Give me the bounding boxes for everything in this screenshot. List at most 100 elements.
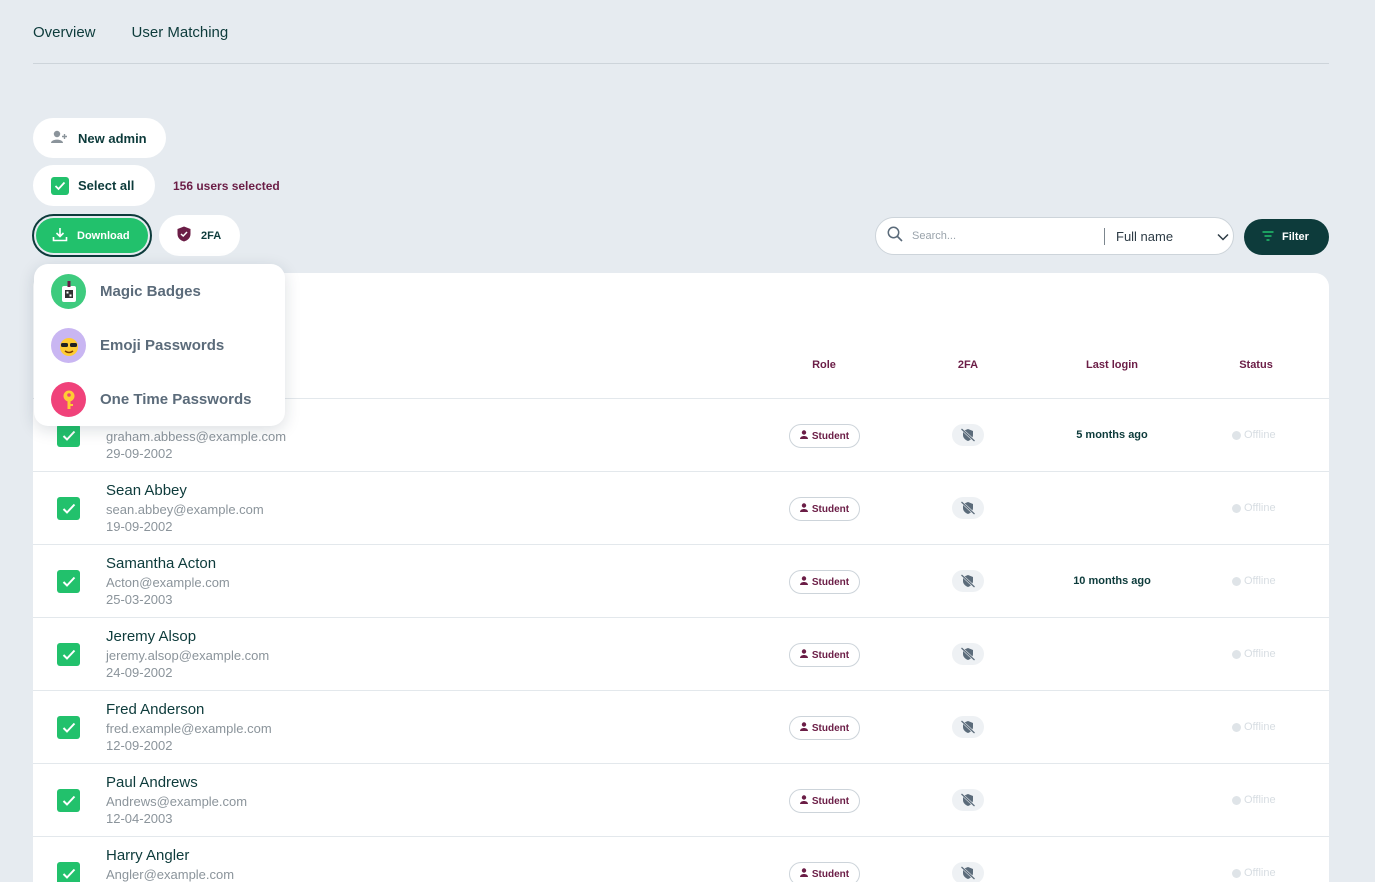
search-bar: Full name [875,217,1234,255]
download-label: Download [77,229,130,242]
user-email: Angler@example.com [106,867,235,882]
twofa-disabled-icon [952,497,984,519]
selected-count: 156 users selected [173,179,280,193]
search-divider [1104,227,1105,245]
status-indicator: Offline [1232,867,1276,879]
status-indicator: Offline [1232,575,1276,587]
menu-item-magic-badges[interactable]: Magic Badges [51,274,201,309]
user-name[interactable]: Fred Anderson [106,701,204,718]
user-icon [799,795,808,807]
status-dot [1232,649,1241,659]
status-dot [1232,430,1241,440]
role-badge: Student [789,497,860,521]
status-dot [1232,576,1241,586]
twofa-disabled-icon [952,424,984,446]
row-checkbox[interactable] [57,497,80,520]
user-email: jeremy.alsop@example.com [106,648,270,663]
user-icon [799,868,808,880]
twofa-button[interactable]: 2FA [159,215,240,256]
twofa-disabled-icon [952,862,984,882]
user-name[interactable]: Paul Andrews [106,774,198,791]
tab-user-matching[interactable]: User Matching [132,24,229,41]
status-label: Offline [1244,429,1276,441]
select-all-label: Select all [78,178,135,193]
user-dob: 19-09-2002 [106,519,173,534]
table-row[interactable]: Jeremy Alsop jeremy.alsop@example.com 24-0… [33,618,1329,691]
menu-item-label: One Time Passwords [100,391,252,408]
twofa-disabled-icon [952,643,984,665]
status-label: Offline [1244,794,1276,806]
user-name[interactable]: Jeremy Alsop [106,628,196,645]
table-row[interactable]: Fred Anderson fred.example@example.com 12-… [33,691,1329,764]
filter-label: Filter [1282,231,1309,243]
new-admin-button[interactable]: New admin [33,118,166,158]
last-login: 5 months ago [1076,429,1148,441]
user-email: fred.example@example.com [106,721,272,736]
role-badge: Student [789,716,860,740]
header-status[interactable]: Status [1239,359,1273,371]
role-badge: Student [789,643,860,667]
user-dob: 25-03-2003 [106,592,173,607]
user-icon [799,722,808,734]
user-name[interactable]: Sean Abbey [106,482,187,499]
role-label: Student [811,649,850,661]
role-label: Student [811,722,850,734]
header-last-login[interactable]: Last login [1086,359,1138,371]
row-checkbox[interactable] [57,862,80,882]
menu-item-one-time-passwords[interactable]: One Time Passwords [51,382,251,417]
filter-icon [1262,230,1274,244]
emoji-icon [51,328,86,363]
shield-icon [177,226,191,245]
header-role[interactable]: Role [812,359,836,371]
role-badge: Student [789,570,860,594]
search-input[interactable] [912,230,1104,242]
status-dot [1232,722,1241,732]
filter-button[interactable]: Filter [1244,219,1329,255]
status-label: Offline [1244,648,1276,660]
table-row[interactable]: Paul Andrews Andrews@example.com 12-04-200… [33,764,1329,837]
status-label: Offline [1244,867,1276,879]
user-name[interactable]: Harry Angler [106,847,189,864]
table-row[interactable]: Sean Abbey sean.abbey@example.com 19-09-20… [33,472,1329,545]
row-checkbox[interactable] [57,716,80,739]
tab-bar: Overview User Matching [33,0,1329,64]
twofa-label: 2FA [201,229,222,242]
role-badge: Student [789,789,860,813]
table-row[interactable]: Samantha Acton Acton@example.com 25-03-200… [33,545,1329,618]
row-checkbox[interactable] [57,570,80,593]
select-all-button[interactable]: Select all [33,165,155,206]
status-dot [1232,795,1241,805]
user-email: sean.abbey@example.com [106,502,264,517]
tab-overview[interactable]: Overview [33,24,96,41]
role-label: Student [811,868,850,880]
menu-item-label: Magic Badges [100,283,201,300]
user-email: graham.abbess@example.com [106,429,287,444]
user-icon [799,649,808,661]
chevron-down-icon [1217,229,1229,244]
user-dob: 29-09-2002 [106,446,173,461]
status-dot [1232,503,1241,513]
row-checkbox[interactable] [57,789,80,812]
role-label: Student [811,503,850,515]
new-admin-label: New admin [78,130,147,146]
search-field-value: Full name [1116,228,1174,244]
user-name[interactable]: Samantha Acton [106,555,216,572]
status-indicator: Offline [1232,794,1276,806]
role-badge: Student [789,862,860,882]
status-indicator: Offline [1232,648,1276,660]
status-indicator: Offline [1232,429,1276,441]
search-icon [887,226,903,247]
menu-item-emoji-passwords[interactable]: Emoji Passwords [51,328,224,363]
row-checkbox[interactable] [57,424,80,447]
download-icon [52,227,68,245]
status-indicator: Offline [1232,721,1276,733]
role-label: Student [811,576,850,588]
row-checkbox[interactable] [57,643,80,666]
select-all-checkbox[interactable] [51,176,69,195]
search-field-select[interactable]: Full name [1116,229,1229,244]
status-label: Offline [1244,502,1276,514]
badge-icon [51,274,86,309]
download-button[interactable]: Download [32,214,152,257]
table-row[interactable]: Harry Angler Angler@example.com Student Off… [33,837,1329,882]
header-2fa[interactable]: 2FA [958,359,978,371]
